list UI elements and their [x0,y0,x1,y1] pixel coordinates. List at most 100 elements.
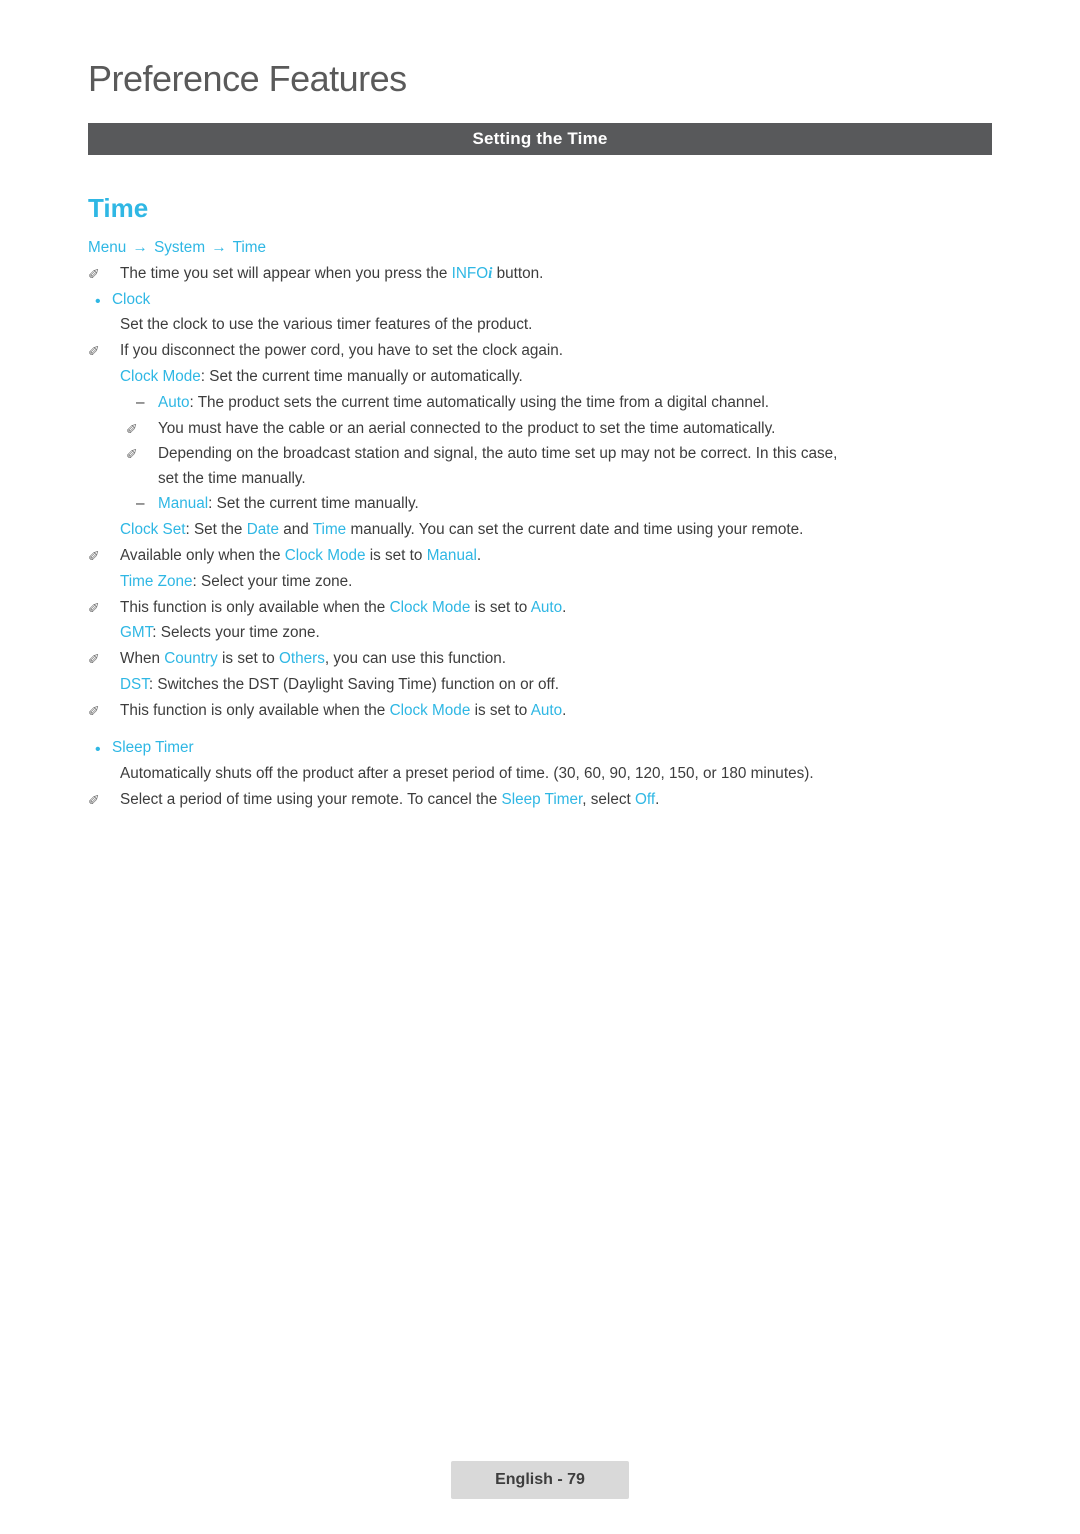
note-text-post: button. [492,264,544,282]
clock-set-time-label: Time [312,521,347,539]
note-st-mid: , select [582,790,635,808]
clock-set-label: Clock Set [120,521,186,539]
info-key-text: INFO [451,264,489,282]
note-info-button: ✐ The time you set will appear when you … [88,266,1008,281]
note-dst-post: . [562,701,567,719]
note-dst-mid: is set to [470,701,531,719]
note-tz-auto: Auto [530,598,563,616]
note-broadcast-station: ✐ Depending on the broadcast station and… [88,446,1008,486]
bullet-label-clock: Clock [112,290,151,308]
gmt-row: GMT: Selects your time zone. [88,625,1008,640]
breadcrumb-arrow-2: → [211,239,227,256]
pencil-note-icon: ✐ [126,446,138,463]
time-zone-row: Time Zone: Select your time zone. [88,574,1008,589]
breadcrumb-item-system: System [154,239,206,256]
sleep-timer-description: Automatically shuts off the product afte… [120,764,814,782]
clock-mode-row: Clock Mode: Set the current time manuall… [88,369,1008,384]
option-auto: – Auto: The product sets the current tim… [88,393,1008,411]
page-heading: Time [88,193,149,223]
note-broadcast-line2: set the time manually. [158,469,306,487]
note-dst-pre: This function is only available when the [120,701,390,719]
pencil-note-icon: ✐ [88,702,100,719]
note-cs-clock-mode: Clock Mode [284,547,366,565]
note-gmt-post: , you can use this function. [324,650,507,668]
clock-mode-label: Clock Mode [120,367,201,385]
note-st-off: Off [635,790,656,808]
note-broadcast-line1: Depending on the broadcast station and s… [158,445,838,463]
note-gmt-country-label: Country [164,650,218,668]
note-clock-set-available: ✐ Available only when the Clock Mode is … [88,548,1008,563]
breadcrumb-arrow-1: → [132,239,148,256]
section-title-bar: Setting the Time [88,123,992,155]
dash-icon: – [136,393,145,411]
option-auto-label: Auto [158,393,190,411]
dash-icon: – [136,495,145,513]
note-cs-mid: is set to [365,547,427,565]
section-title-text: Setting the Time [472,129,608,148]
bullet-item-clock: • Clock [88,290,1008,310]
pencil-note-icon: ✐ [126,420,138,437]
note-cs-pre: Available only when the [120,547,285,565]
clock-set-date-label: Date [246,521,280,539]
dst-text: : Switches the DST (Daylight Saving Time… [148,676,559,694]
pencil-note-icon: ✐ [88,548,100,565]
page-number-badge: English - 79 [451,1461,629,1499]
note-dst-auto: Auto [530,701,563,719]
pencil-note-icon: ✐ [88,599,100,616]
clock-set-text-2: and [279,521,313,539]
note-gmt-others-label: Others [279,650,325,668]
note-power-cord-text: If you disconnect the power cord, you ha… [120,342,564,360]
bullet-label-sleep-timer: Sleep Timer [112,739,194,757]
clock-mode-text: : Set the current time manually or autom… [200,367,523,385]
time-zone-label: Time Zone [120,572,193,590]
note-gmt-pre: When [120,650,165,668]
option-manual-text: : Set the current time manually. [208,495,419,513]
note-cs-post: . [476,547,482,565]
page-number-text: English - 79 [495,1471,585,1488]
breadcrumb-item-time: Time [232,239,267,256]
clock-set-row: Clock Set: Set the Date and Time manuall… [88,522,1008,537]
pencil-note-icon: ✐ [88,651,100,668]
clock-description: Set the clock to use the various timer f… [120,316,533,334]
option-manual: – Manual: Set the current time manually. [88,495,1008,513]
time-zone-text: : Select your time zone. [192,572,353,590]
breadcrumb: Menu → System → Time [88,240,1008,255]
note-tz-mid: is set to [470,598,531,616]
clock-set-text-3: manually. You can set the current date a… [346,521,804,539]
note-st-pre: Select a period of time using your remot… [120,790,502,808]
document-page: Preference Features Setting the Time Tim… [0,0,1080,1534]
breadcrumb-item-menu: Menu [88,239,127,256]
note-sleep-timer: ✐ Select a period of time using your rem… [88,792,1008,807]
page-footer: English - 79 [0,1461,1080,1499]
pencil-note-icon: ✐ [88,791,100,808]
note-tz-clock-mode: Clock Mode [389,598,471,616]
dst-label: DST [120,676,149,694]
note-time-zone-available: ✐ This function is only available when t… [88,600,1008,615]
bullet-dot-icon: • [95,292,101,310]
bullet-item-sleep-timer: • Sleep Timer [88,739,1008,759]
note-cs-manual: Manual [426,547,477,565]
info-key-label: INFOi [452,265,493,282]
pencil-note-icon: ✐ [88,343,100,360]
note-aerial: ✐ You must have the cable or an aerial c… [88,419,1008,437]
note-dst-available: ✐ This function is only available when t… [88,703,1008,718]
chapter-title: Preference Features [88,58,407,99]
note-gmt-country: ✐ When Country is set to Others, you can… [88,651,1008,666]
note-dst-clock-mode: Clock Mode [389,701,471,719]
gmt-text: : Selects your time zone. [152,624,320,642]
note-text-pre: The time you set will appear when you pr… [120,264,452,282]
dst-row: DST: Switches the DST (Daylight Saving T… [88,677,1008,692]
note-st-post: . [655,790,660,808]
clock-set-text-1: : Set the [185,521,247,539]
gmt-label: GMT [120,624,153,642]
note-st-label: Sleep Timer [501,790,583,808]
bullet-dot-icon: • [95,741,101,759]
note-aerial-text: You must have the cable or an aerial con… [158,419,776,437]
option-auto-text: : The product sets the current time auto… [189,393,770,411]
option-manual-label: Manual [158,495,209,513]
note-power-cord: ✐ If you disconnect the power cord, you … [88,343,1008,358]
note-tz-post: . [562,598,567,616]
page-body: Menu → System → Time ✐ The time you set … [88,240,1008,818]
note-tz-pre: This function is only available when the [120,598,390,616]
pencil-note-icon: ✐ [88,265,100,282]
